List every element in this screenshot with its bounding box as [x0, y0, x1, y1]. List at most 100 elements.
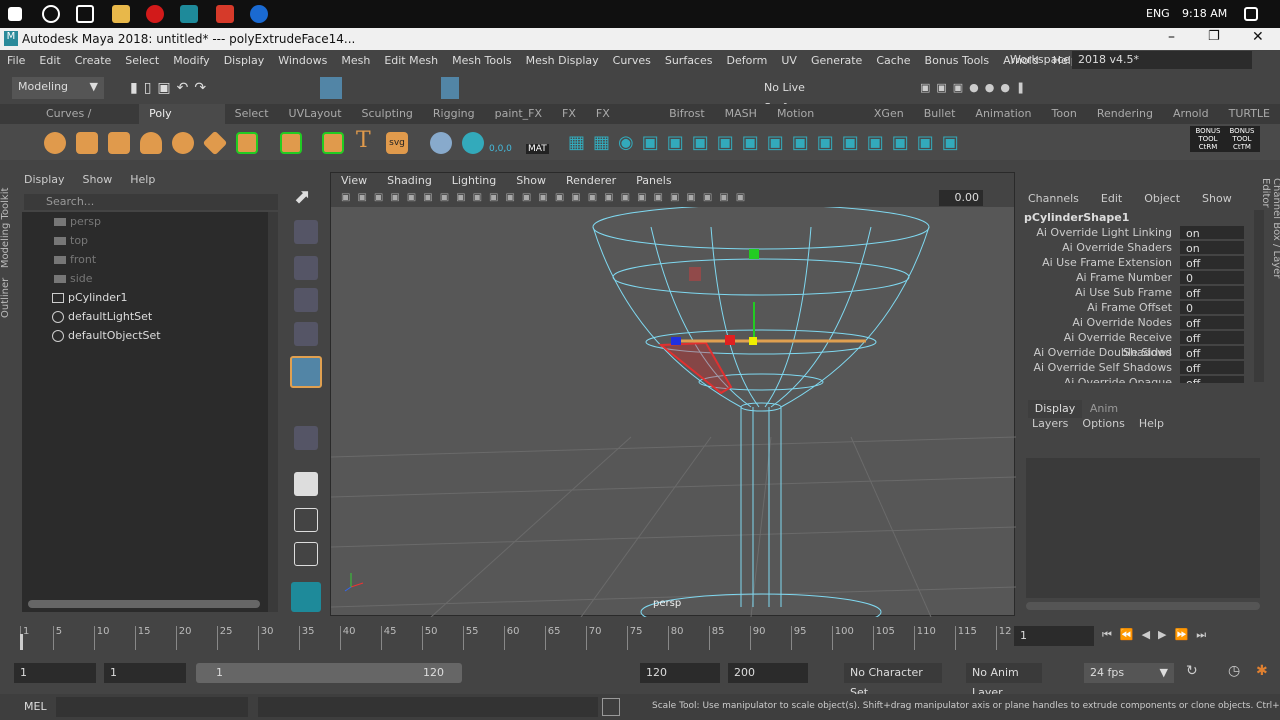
outliner-item-side[interactable]: side: [22, 269, 268, 288]
shelf-tab-turtle[interactable]: TURTLE: [1219, 104, 1280, 124]
manipulator-y-handle[interactable]: [749, 249, 759, 259]
attribute-value[interactable]: off: [1180, 346, 1244, 360]
layer-tab-display[interactable]: Display: [1028, 400, 1082, 418]
poly-cone-icon[interactable]: [140, 132, 162, 154]
show-menu[interactable]: Show: [1202, 192, 1232, 205]
viewport-menu-show[interactable]: Show: [506, 173, 556, 189]
super-shape-icon[interactable]: [322, 132, 344, 154]
options-menu[interactable]: Options: [1082, 417, 1124, 430]
manipulator-icon[interactable]: [294, 426, 318, 450]
shelf-tab-rigging[interactable]: Rigging: [423, 104, 485, 124]
material-icon[interactable]: MAT: [526, 144, 549, 154]
viewport-persp[interactable]: View Shading Lighting Show Renderer Pane…: [330, 172, 1016, 617]
outliner-item-persp[interactable]: persp: [22, 212, 268, 231]
layers-menu[interactable]: Layers: [1032, 417, 1068, 430]
menu-mesh[interactable]: Mesh: [334, 54, 377, 67]
bonus-tool-cttm-button[interactable]: BONUS TOOL CtTM: [1224, 126, 1260, 152]
paint-select-tool-icon[interactable]: [294, 256, 318, 280]
outliner-item-pcylinder1[interactable]: pCylinder1: [22, 288, 268, 307]
outliner-search-input[interactable]: Search...: [24, 194, 278, 210]
svg-tool-icon[interactable]: svg: [386, 132, 408, 154]
menu-mesh-tools[interactable]: Mesh Tools: [445, 54, 519, 67]
anim-layer-select[interactable]: No Anim Layer: [966, 663, 1042, 699]
attribute-row[interactable]: Ai Override Nodes off: [1020, 315, 1252, 330]
viewport-toolbar-icons[interactable]: ▣▣▣▣▣▣▣▣▣▣▣▣▣▣▣▣▣▣▣▣▣▣▣▣▣: [341, 192, 921, 204]
task-view-icon[interactable]: [76, 5, 94, 23]
outliner-menu-help[interactable]: Help: [130, 173, 155, 186]
single-view-layout-icon[interactable]: [294, 472, 318, 496]
poly-cylinder-icon[interactable]: [108, 132, 130, 154]
attribute-value[interactable]: off: [1180, 256, 1244, 270]
menu-edit-mesh[interactable]: Edit Mesh: [377, 54, 445, 67]
menu-cache[interactable]: Cache: [869, 54, 917, 67]
scale-tool-icon[interactable]: [290, 356, 322, 388]
poly-disc-icon[interactable]: [236, 132, 258, 154]
shelf-tab-sculpting[interactable]: Sculpting: [352, 104, 423, 124]
viewport-menu-renderer[interactable]: Renderer: [556, 173, 626, 189]
menu-generate[interactable]: Generate: [804, 54, 869, 67]
current-time-indicator[interactable]: [20, 634, 23, 650]
outliner-menu-display[interactable]: Display: [24, 173, 65, 186]
attribute-row[interactable]: Ai Override Self Shadows off: [1020, 360, 1252, 375]
select-by-component-button[interactable]: [320, 77, 342, 99]
auto-key-icon[interactable]: ◷: [1228, 663, 1240, 679]
animation-start-field[interactable]: 1: [14, 663, 96, 683]
menu-bonus-tools[interactable]: Bonus Tools: [918, 54, 997, 67]
shelf-tab-uvlayout[interactable]: UVLayout: [279, 104, 352, 124]
language-indicator[interactable]: ENG: [1146, 7, 1170, 20]
menu-uv[interactable]: UV: [774, 54, 804, 67]
viewport-menu-lighting[interactable]: Lighting: [442, 173, 506, 189]
manipulator-plane-handle[interactable]: [689, 267, 701, 281]
shelf-tab-rendering[interactable]: Rendering: [1087, 104, 1163, 124]
shelf-tab-fx-caching[interactable]: FX Caching: [586, 104, 659, 140]
windows-start-icon[interactable]: [8, 7, 22, 21]
shelf-tab-motion-graphics[interactable]: Motion Graphics: [767, 104, 864, 140]
attribute-value[interactable]: on: [1180, 226, 1244, 240]
shelf-tab-paint-fx[interactable]: paint_FX: [485, 104, 552, 124]
menu-edit[interactable]: Edit: [32, 54, 67, 67]
script-editor-icon[interactable]: [602, 698, 620, 716]
attribute-value[interactable]: off: [1180, 286, 1244, 300]
layer-tab-anim[interactable]: Anim: [1084, 400, 1124, 418]
channels-menu[interactable]: Channels: [1028, 192, 1079, 205]
outliner-item-top[interactable]: top: [22, 231, 268, 250]
attribute-row[interactable]: Ai Override Opaque off: [1020, 375, 1252, 383]
attribute-row[interactable]: Ai Frame Number 0: [1020, 270, 1252, 285]
attribute-row[interactable]: Ai Override Double Sided off: [1020, 345, 1252, 360]
outliner-item-defaultobjectset[interactable]: defaultObjectSet: [22, 326, 268, 345]
side-tab-modeling-toolkit[interactable]: Modeling Toolkit: [0, 188, 11, 269]
lasso-tool-icon[interactable]: [294, 220, 318, 244]
outliner-horizontal-scrollbar[interactable]: [28, 600, 260, 608]
maya-taskbar-icon[interactable]: [180, 5, 198, 23]
object-menu[interactable]: Object: [1144, 192, 1180, 205]
shelf-tab-animation[interactable]: Animation: [965, 104, 1041, 124]
shelf-tab-mash[interactable]: MASH: [715, 104, 767, 124]
menu-select[interactable]: Select: [118, 54, 166, 67]
attribute-value[interactable]: off: [1180, 316, 1244, 330]
outliner-menu-show[interactable]: Show: [83, 173, 113, 186]
attribute-value[interactable]: 0: [1180, 301, 1244, 315]
animation-end-field[interactable]: 200: [728, 663, 808, 683]
live-surface-field[interactable]: No Live Surface: [758, 78, 844, 114]
side-tab-outliner[interactable]: Outliner: [0, 278, 11, 318]
shelf-tab-xgen[interactable]: XGen: [864, 104, 914, 124]
outliner-item-front[interactable]: front: [22, 250, 268, 269]
app-icon[interactable]: [216, 5, 234, 23]
attribute-value[interactable]: 0: [1180, 271, 1244, 285]
manipulator-x-handle[interactable]: [725, 335, 735, 345]
poly-sphere-icon[interactable]: [44, 132, 66, 154]
edge-icon[interactable]: [250, 5, 268, 23]
fps-select[interactable]: 24 fps ▼: [1084, 663, 1174, 683]
clock[interactable]: 9:18 AM: [1182, 7, 1227, 20]
menu-windows[interactable]: Windows: [271, 54, 334, 67]
loop-icon[interactable]: ↻: [1186, 663, 1198, 679]
shelf-tab-toon[interactable]: Toon: [1042, 104, 1087, 124]
sculpt-icon[interactable]: [430, 132, 452, 154]
menu-create[interactable]: Create: [68, 54, 119, 67]
playback-end-field[interactable]: 120: [640, 663, 720, 683]
shelf-tab-poly-modeling[interactable]: Poly Modeling: [139, 104, 225, 140]
playback-controls[interactable]: ⏮⏪◀▶⏩⏭: [1102, 628, 1274, 642]
attribute-row[interactable]: Ai Use Frame Extension off: [1020, 255, 1252, 270]
close-button[interactable]: ✕: [1252, 29, 1264, 45]
script-language-label[interactable]: MEL: [24, 700, 47, 713]
